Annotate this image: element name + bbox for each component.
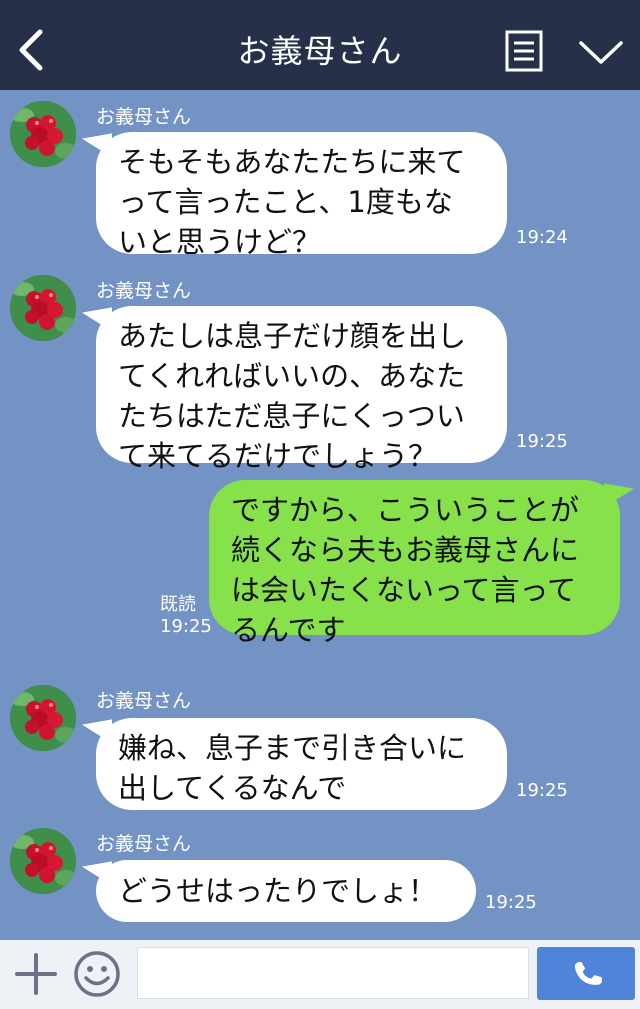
chat-header: お義母さん bbox=[0, 0, 640, 90]
message-time: 19:25 bbox=[160, 616, 212, 637]
message-time: 19:25 bbox=[485, 892, 537, 913]
avatar[interactable] bbox=[10, 275, 76, 341]
phone-icon bbox=[574, 961, 603, 985]
avatar[interactable] bbox=[10, 685, 76, 751]
message-time: 19:25 bbox=[516, 431, 568, 452]
message-list[interactable]: お義母さん そもそもあなたたちに来て って言ったこと、1度もな いと思うけど？ … bbox=[0, 90, 640, 940]
menu-icon[interactable] bbox=[505, 30, 543, 72]
berry-avatar-icon bbox=[10, 685, 76, 751]
call-button[interactable] bbox=[537, 947, 635, 1000]
sender-name: お義母さん bbox=[96, 833, 192, 855]
message-input[interactable] bbox=[137, 947, 529, 999]
smile-icon[interactable] bbox=[73, 950, 121, 998]
chat-title: お義母さん bbox=[237, 32, 403, 70]
message-bubble-incoming[interactable]: どうせはったりでしょ！ bbox=[96, 860, 476, 922]
sender-name: お義母さん bbox=[96, 280, 192, 302]
plus-icon[interactable] bbox=[14, 952, 58, 996]
chevron-down-icon[interactable] bbox=[578, 38, 624, 66]
avatar[interactable] bbox=[10, 828, 76, 894]
message-bubble-incoming[interactable]: そもそもあなたたちに来て って言ったこと、1度もな いと思うけど？ bbox=[96, 132, 507, 259]
berry-avatar-icon bbox=[10, 101, 76, 167]
message-time: 19:25 bbox=[516, 780, 568, 801]
message-time: 19:24 bbox=[516, 227, 568, 248]
message-bubble-outgoing[interactable]: ですから、こういうことが 続くなら夫もお義母さんに は会いたくないって言って る… bbox=[209, 480, 620, 647]
message-bubble-incoming[interactable]: あたしは息子だけ顔を出し てくれればいいの、あなた たちはただ息子にくっつい て… bbox=[96, 306, 507, 473]
berry-avatar-icon bbox=[10, 828, 76, 894]
berry-avatar-icon bbox=[10, 275, 76, 341]
message-bubble-incoming[interactable]: 嫌ね、息子まで引き合いに 出してくるなんで bbox=[96, 718, 507, 810]
read-receipt: 既読 19:25 bbox=[160, 594, 212, 638]
read-label: 既読 bbox=[160, 594, 196, 615]
avatar[interactable] bbox=[10, 101, 76, 167]
sender-name: お義母さん bbox=[96, 690, 192, 712]
input-bar bbox=[0, 940, 640, 1009]
sender-name: お義母さん bbox=[96, 106, 192, 128]
